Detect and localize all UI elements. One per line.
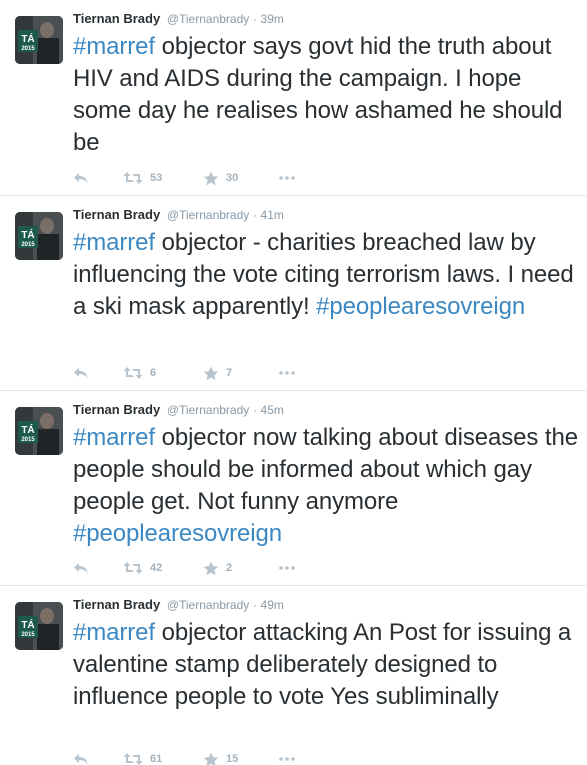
hashtag-link[interactable]: #marref bbox=[73, 424, 155, 451]
more-button[interactable] bbox=[279, 749, 295, 765]
tweet-header: Tiernan Brady @Tiernanbrady · 45m bbox=[73, 402, 284, 418]
favorite-button[interactable]: 15 bbox=[203, 749, 238, 765]
tweet-actions: 6 7 bbox=[73, 363, 373, 383]
star-icon bbox=[203, 366, 219, 381]
avatar[interactable]: TÁ 2015 bbox=[15, 212, 63, 260]
favorite-button[interactable]: 2 bbox=[203, 558, 232, 578]
reply-button[interactable] bbox=[73, 558, 89, 578]
reply-button[interactable] bbox=[73, 168, 89, 188]
avatar[interactable]: TÁ 2015 bbox=[15, 407, 63, 455]
more-icon bbox=[279, 371, 295, 375]
star-icon bbox=[203, 752, 219, 765]
avatar[interactable]: TÁ 2015 bbox=[15, 16, 63, 64]
retweet-count: 6 bbox=[150, 367, 157, 379]
more-button[interactable] bbox=[279, 558, 295, 578]
favorite-count: 30 bbox=[226, 172, 239, 184]
svg-text:2015: 2015 bbox=[21, 632, 35, 638]
svg-text:TÁ: TÁ bbox=[21, 618, 34, 631]
reply-button[interactable] bbox=[73, 363, 89, 383]
retweet-count: 42 bbox=[150, 562, 163, 574]
timestamp[interactable]: 39m bbox=[261, 12, 284, 26]
tweet-text: #marref objector says govt hid the truth… bbox=[73, 31, 581, 159]
tweet-header: Tiernan Brady @Tiernanbrady · 49m bbox=[73, 597, 284, 613]
favorite-count: 2 bbox=[226, 562, 233, 574]
timestamp[interactable]: 49m bbox=[261, 598, 284, 612]
separator: · bbox=[252, 598, 257, 612]
svg-text:2015: 2015 bbox=[21, 437, 35, 443]
retweet-icon bbox=[123, 366, 143, 380]
retweet-button[interactable]: 53 bbox=[123, 168, 162, 188]
hashtag-link[interactable]: #marref bbox=[73, 33, 155, 60]
tweet-header: Tiernan Brady @Tiernanbrady · 41m bbox=[73, 207, 284, 223]
more-icon bbox=[279, 566, 295, 570]
more-button[interactable] bbox=[279, 363, 295, 383]
reply-icon bbox=[73, 752, 89, 765]
retweet-count: 61 bbox=[150, 753, 163, 765]
retweet-button[interactable]: 42 bbox=[123, 558, 162, 578]
author-handle[interactable]: @Tiernanbrady bbox=[167, 598, 249, 612]
svg-text:2015: 2015 bbox=[21, 46, 35, 52]
tweet-text: #marref objector now talking about disea… bbox=[73, 422, 581, 550]
tweet-actions: 61 15 bbox=[73, 749, 373, 765]
tweet[interactable]: TÁ 2015 Tiernan Brady @Tiernanbrady · 41… bbox=[0, 196, 587, 391]
timestamp[interactable]: 41m bbox=[261, 208, 284, 222]
retweet-icon bbox=[123, 752, 143, 765]
author-name[interactable]: Tiernan Brady bbox=[73, 11, 160, 26]
more-button[interactable] bbox=[279, 168, 295, 188]
hashtag-link[interactable]: #peoplearesovreign bbox=[73, 520, 282, 547]
separator: · bbox=[252, 403, 257, 417]
author-handle[interactable]: @Tiernanbrady bbox=[167, 12, 249, 26]
tweet[interactable]: TÁ 2015 Tiernan Brady @Tiernanbrady · 49… bbox=[0, 586, 587, 765]
retweet-button[interactable]: 6 bbox=[123, 363, 156, 383]
more-icon bbox=[279, 757, 295, 761]
retweet-icon bbox=[123, 171, 143, 185]
reply-icon bbox=[73, 561, 89, 575]
tweet[interactable]: TÁ 2015 Tiernan Brady @Tiernanbrady · 45… bbox=[0, 391, 587, 586]
author-name[interactable]: Tiernan Brady bbox=[73, 402, 160, 417]
avatar[interactable]: TÁ 2015 bbox=[15, 602, 63, 650]
reply-button[interactable] bbox=[73, 749, 89, 765]
separator: · bbox=[252, 12, 257, 26]
author-name[interactable]: Tiernan Brady bbox=[73, 597, 160, 612]
tweet-actions: 42 2 bbox=[73, 558, 373, 578]
tweet-actions: 53 30 bbox=[73, 168, 373, 188]
author-handle[interactable]: @Tiernanbrady bbox=[167, 208, 249, 222]
svg-text:2015: 2015 bbox=[21, 242, 35, 248]
author-handle[interactable]: @Tiernanbrady bbox=[167, 403, 249, 417]
retweet-icon bbox=[123, 561, 143, 575]
favorite-button[interactable]: 30 bbox=[203, 168, 238, 188]
svg-text:TÁ: TÁ bbox=[21, 228, 34, 241]
separator: · bbox=[252, 208, 257, 222]
svg-text:TÁ: TÁ bbox=[21, 32, 34, 45]
reply-icon bbox=[73, 171, 89, 185]
tweet-text: #marref objector attacking An Post for i… bbox=[73, 617, 581, 713]
timeline: TÁ 2015 Tiernan Brady @Tiernanbrady · 39… bbox=[0, 0, 587, 765]
hashtag-link[interactable]: #peoplearesovreign bbox=[316, 293, 525, 320]
star-icon bbox=[203, 561, 219, 576]
favorite-count: 15 bbox=[226, 753, 239, 765]
tweet-header: Tiernan Brady @Tiernanbrady · 39m bbox=[73, 11, 284, 27]
tweet[interactable]: TÁ 2015 Tiernan Brady @Tiernanbrady · 39… bbox=[0, 0, 587, 196]
retweet-count: 53 bbox=[150, 172, 163, 184]
hashtag-link[interactable]: #marref bbox=[73, 619, 155, 646]
retweet-button[interactable]: 61 bbox=[123, 749, 162, 765]
reply-icon bbox=[73, 366, 89, 380]
more-icon bbox=[279, 176, 295, 180]
tweet-text: #marref objector - charities breached la… bbox=[73, 227, 581, 323]
favorite-count: 7 bbox=[226, 367, 233, 379]
author-name[interactable]: Tiernan Brady bbox=[73, 207, 160, 222]
timestamp[interactable]: 45m bbox=[261, 403, 284, 417]
star-icon bbox=[203, 171, 219, 186]
svg-text:TÁ: TÁ bbox=[21, 423, 34, 436]
hashtag-link[interactable]: #marref bbox=[73, 229, 155, 256]
favorite-button[interactable]: 7 bbox=[203, 363, 232, 383]
